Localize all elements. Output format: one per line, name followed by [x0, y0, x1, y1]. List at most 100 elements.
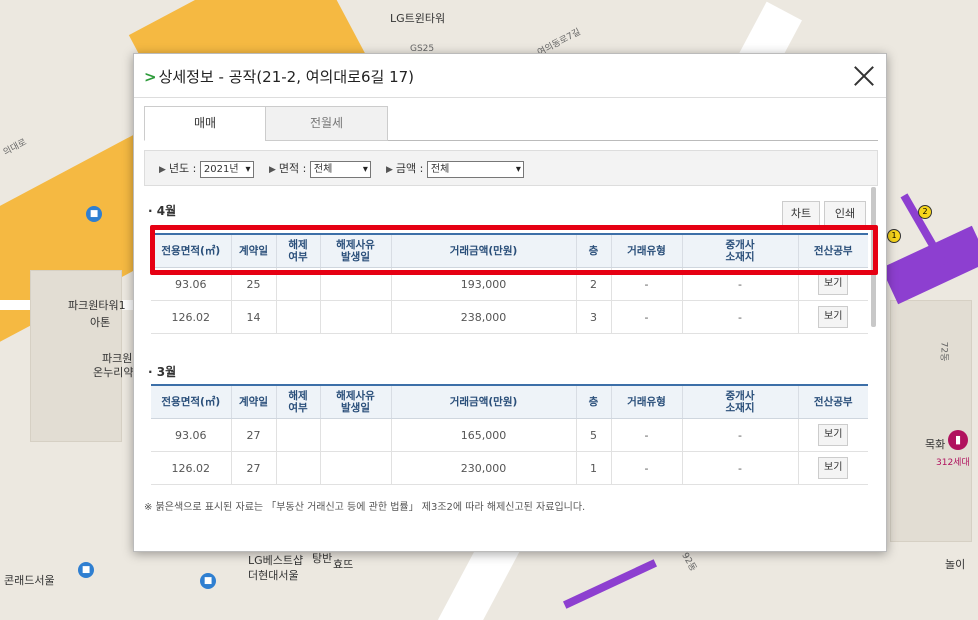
cell-floor: 2	[576, 267, 612, 301]
col-price: 거래금액(만원)	[391, 385, 577, 419]
col-day: 계약일	[231, 234, 277, 268]
table-header-row: 전용면적(㎡) 계약일 해제 여부 해제사유 발생일 거래금액(만원) 층 거래유형…	[151, 385, 868, 419]
view-button[interactable]: 보기	[818, 273, 849, 295]
bus-stop-icon[interactable]: ■	[86, 206, 102, 222]
tab-rent[interactable]: 전월세	[265, 106, 388, 141]
subway-line	[562, 559, 658, 609]
cell-reason	[320, 418, 392, 452]
table-header-row: 전용면적(㎡) 계약일 해제 여부 해제사유 발생일 거래금액(만원) 층 거래유형…	[151, 234, 868, 268]
cell-price: 238,000	[391, 300, 577, 334]
map-label-conrad: 콘래드서울	[4, 574, 55, 587]
subway-line-2-icon: 2	[918, 205, 932, 219]
cell-area: 93.06	[151, 267, 232, 301]
cell-cancel	[276, 418, 321, 452]
cell-registry: 보기	[798, 418, 868, 452]
bus-stop-icon[interactable]: ■	[200, 573, 216, 589]
col-type: 거래유형	[611, 234, 683, 268]
cell-day: 25	[231, 267, 277, 301]
map-label-atone: 아톤	[90, 316, 111, 329]
col-price: 거래금액(만원)	[391, 234, 577, 268]
map-label-onnuri: 온누리약	[93, 366, 134, 379]
triangle-right-icon: ▶	[269, 165, 276, 175]
month-heading: · 4월	[148, 204, 177, 218]
col-cancel: 해제 여부	[276, 234, 321, 268]
triangle-right-icon: ▶	[159, 165, 166, 175]
table-row: 126.02 14 238,000 3 - - 보기	[151, 300, 868, 334]
col-floor: 층	[576, 234, 612, 268]
map-label-the-hyundai: 더현대서울	[248, 569, 299, 582]
area-filter-label: 면적 :	[278, 162, 307, 175]
cell-cancel	[276, 300, 321, 334]
map-label-building-72: 72동	[938, 341, 949, 362]
col-agent: 중개사 소재지	[682, 385, 799, 419]
cell-reason	[320, 267, 392, 301]
bus-stop-icon[interactable]: ■	[78, 562, 94, 578]
cell-floor: 3	[576, 300, 612, 334]
apartment-marker-icon[interactable]: ▮	[948, 430, 968, 450]
area-select[interactable]: 전체	[309, 160, 371, 178]
cell-agent: -	[682, 300, 799, 334]
footnote: ※ 붉은색으로 표시된 자료는 「부동산 거래신고 등에 관한 법률」 제3조2…	[144, 502, 586, 513]
building-block	[890, 300, 972, 542]
map-label-units: 312세대	[936, 458, 970, 468]
print-button[interactable]: 인쇄	[824, 201, 866, 227]
title-arrow-icon: >	[144, 68, 157, 86]
month-heading: · 3월	[148, 365, 177, 379]
cell-price: 165,000	[391, 418, 577, 452]
vertical-scrollbar[interactable]	[871, 187, 876, 327]
cell-floor: 1	[576, 451, 612, 485]
tab-sale[interactable]: 매매	[144, 106, 266, 141]
map-label-nolhi: 놀이	[945, 558, 966, 571]
col-reason: 해제사유 발생일	[320, 234, 392, 268]
view-button[interactable]: 보기	[818, 306, 849, 328]
close-icon[interactable]	[852, 64, 876, 88]
cell-type: -	[611, 418, 683, 452]
chart-button[interactable]: 차트	[782, 201, 820, 227]
cell-floor: 5	[576, 418, 612, 452]
map-label-tangban: 탕반	[312, 552, 333, 565]
map-label-park-tower: 파크원타워1	[68, 299, 126, 312]
price-filter: ▶ 금액 : 전체	[386, 160, 524, 178]
cell-day: 27	[231, 418, 277, 452]
deals-table-march: 전용면적(㎡) 계약일 해제 여부 해제사유 발생일 거래금액(만원) 층 거래유형…	[151, 384, 868, 485]
cell-type: -	[611, 300, 683, 334]
cell-price: 230,000	[391, 451, 577, 485]
modal-title-text: 상세정보 - 공작(21-2, 여의대로6길 17)	[158, 68, 415, 86]
cell-agent: -	[682, 451, 799, 485]
col-floor: 층	[576, 385, 612, 419]
cell-type: -	[611, 267, 683, 301]
map-label-mokhwa: 목화	[925, 438, 946, 451]
cell-registry: 보기	[798, 300, 868, 334]
cell-day: 27	[231, 451, 277, 485]
year-select[interactable]: 2021년	[199, 160, 254, 178]
col-reason: 해제사유 발생일	[320, 385, 392, 419]
subway-line-1-icon: 1	[887, 229, 901, 243]
triangle-right-icon: ▶	[386, 165, 393, 175]
cell-reason	[320, 300, 392, 334]
map-label-lg-bestshop: LG베스트샵	[248, 554, 304, 567]
title-divider	[134, 97, 886, 98]
tab-bar: 매매 전월세	[144, 106, 878, 141]
cell-reason	[320, 451, 392, 485]
col-area: 전용면적(㎡)	[151, 234, 232, 268]
deals-table-april: 전용면적(㎡) 계약일 해제 여부 해제사유 발생일 거래금액(만원) 층 거래유형…	[151, 233, 868, 334]
map-label-lg-twin: LG트윈타워	[390, 12, 446, 25]
view-button[interactable]: 보기	[818, 424, 849, 446]
results-scroll-area[interactable]: · 4월 차트 인쇄 전용면적(㎡) 계약일 해제 여부 해제사유 발생일 거래금액…	[144, 191, 870, 486]
cell-day: 14	[231, 300, 277, 334]
detail-modal: > 상세정보 - 공작(21-2, 여의대로6길 17) 매매 전월세 ▶ 년도 :…	[133, 53, 887, 552]
cell-cancel	[276, 451, 321, 485]
price-select[interactable]: 전체	[426, 160, 524, 178]
cell-type: -	[611, 451, 683, 485]
cell-area: 126.02	[151, 451, 232, 485]
area-filter: ▶ 면적 : 전체	[269, 160, 371, 178]
filter-bar: ▶년도 : 2021년 ▶면적 : 전체 ▶금액 : 전체	[144, 150, 878, 186]
col-registry: 전산공부	[798, 385, 868, 419]
table-row: 93.06 25 193,000 2 - - 보기	[151, 267, 868, 301]
cell-agent: -	[682, 267, 799, 301]
cell-price: 193,000	[391, 267, 577, 301]
col-registry: 전산공부	[798, 234, 868, 268]
view-button[interactable]: 보기	[818, 457, 849, 479]
table-row: 126.02 27 230,000 1 - - 보기	[151, 451, 868, 485]
col-area: 전용면적(㎡)	[151, 385, 232, 419]
